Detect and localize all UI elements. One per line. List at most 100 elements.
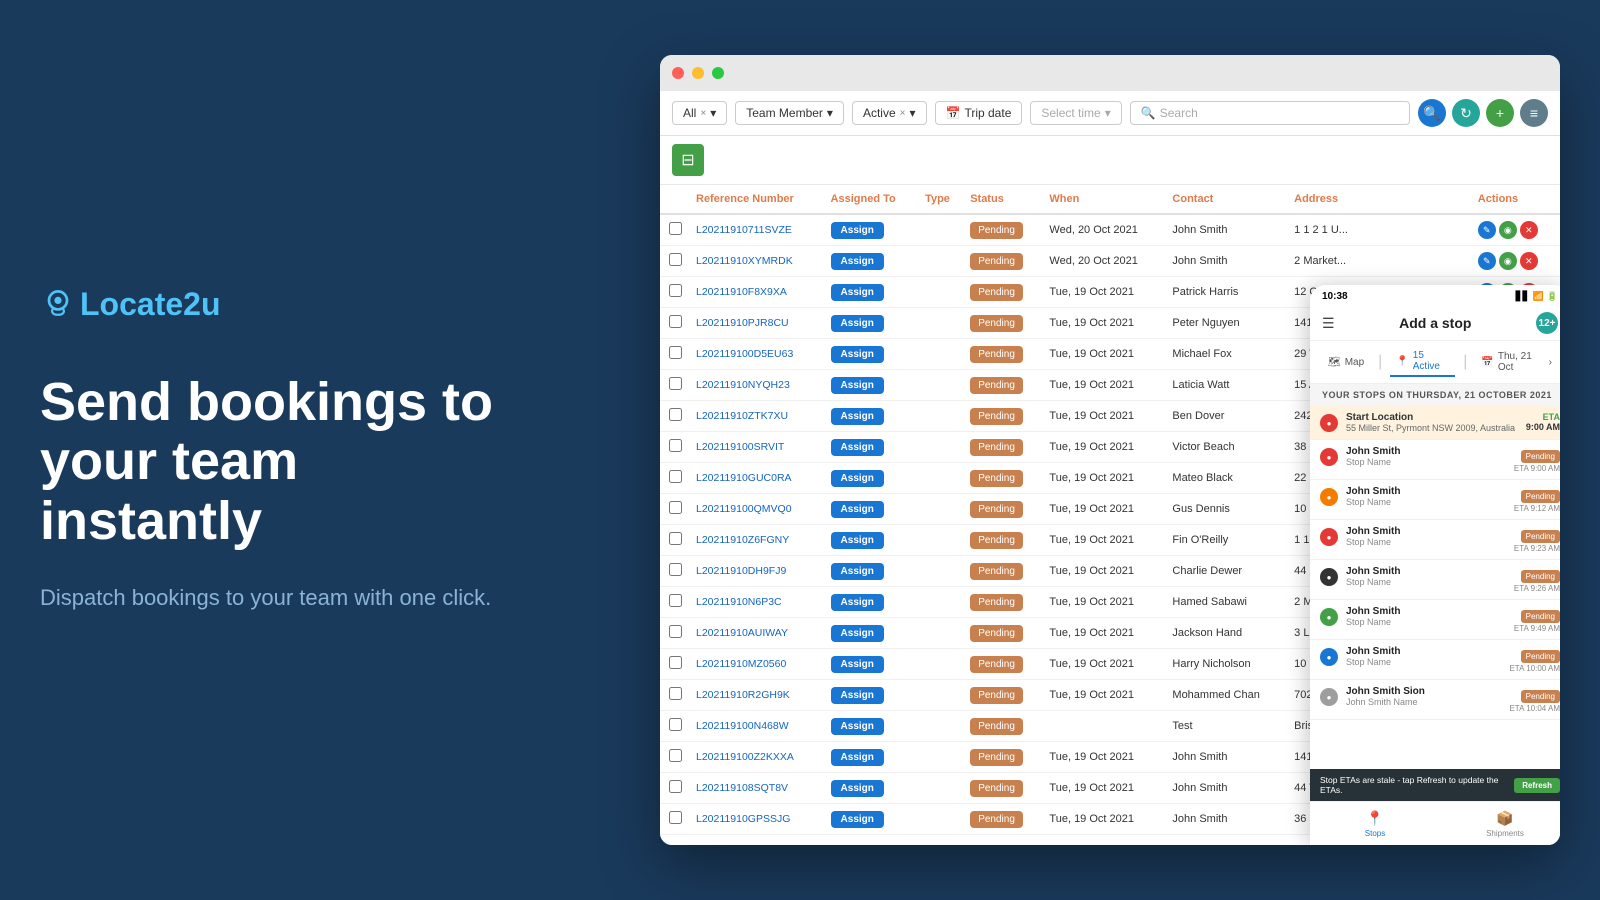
filter-all-close[interactable]: ×: [700, 108, 706, 119]
settings-action-button[interactable]: ≡: [1520, 99, 1548, 127]
edit-icon[interactable]: ✎: [1478, 252, 1496, 270]
delete-icon[interactable]: ✕: [1520, 221, 1538, 239]
assign-button[interactable]: Assign: [831, 346, 884, 363]
status-badge: Pending: [970, 408, 1023, 425]
nav-stops[interactable]: 📍 Stops: [1310, 810, 1440, 838]
search-action-button[interactable]: 🔍: [1418, 99, 1446, 127]
assign-button[interactable]: Assign: [831, 656, 884, 673]
assign-button[interactable]: Assign: [831, 501, 884, 518]
row-checkbox[interactable]: [669, 811, 682, 824]
stops-list: ● Start Location 55 Miller St, Pyrmont N…: [1310, 406, 1560, 786]
export-button[interactable]: ⊟: [672, 144, 704, 176]
col-contact[interactable]: Contact: [1166, 185, 1288, 214]
assign-button[interactable]: Assign: [831, 625, 884, 642]
row-checkbox[interactable]: [669, 284, 682, 297]
assign-button[interactable]: Assign: [831, 222, 884, 239]
row-checkbox[interactable]: [669, 222, 682, 235]
row-checkbox[interactable]: [669, 315, 682, 328]
assign-button[interactable]: Assign: [831, 811, 884, 828]
stop-item: ● John Smith Stop Name Pending ETA 9:26 …: [1310, 560, 1560, 600]
start-info: Start Location 55 Miller St, Pyrmont NSW…: [1346, 412, 1518, 433]
traffic-light-green[interactable]: [712, 67, 724, 79]
ref-number-text: L202119100Z2KXXA: [696, 751, 794, 763]
col-assigned[interactable]: Assigned To: [825, 185, 920, 214]
hamburger-icon[interactable]: ☰: [1322, 315, 1335, 332]
filter-all-chip[interactable]: All × ▾: [672, 101, 727, 125]
row-ref: L202119100Z2KXXA: [690, 742, 825, 773]
tab-active[interactable]: 📍 15 Active: [1390, 347, 1455, 377]
assign-button[interactable]: Assign: [831, 532, 884, 549]
assign-button[interactable]: Assign: [831, 687, 884, 704]
row-checkbox[interactable]: [669, 563, 682, 576]
col-reference[interactable]: Reference Number: [690, 185, 825, 214]
status-badge: Pending: [970, 532, 1023, 549]
browser-titlebar: [660, 55, 1560, 91]
stop-right: Pending ETA 9:26 AM: [1514, 566, 1560, 593]
col-checkbox: [660, 185, 690, 214]
row-checkbox[interactable]: [669, 346, 682, 359]
row-checkbox[interactable]: [669, 594, 682, 607]
tab-date[interactable]: 📅 Thu, 21 Oct ›: [1475, 348, 1558, 376]
refresh-action-button[interactable]: ↻: [1452, 99, 1480, 127]
assign-button[interactable]: Assign: [831, 749, 884, 766]
tab-map[interactable]: 🗺 Map: [1322, 354, 1370, 371]
stop-status-badge: Pending: [1521, 530, 1560, 543]
shipments-nav-label: Shipments: [1486, 829, 1524, 838]
delete-icon[interactable]: ✕: [1520, 252, 1538, 270]
start-eta-block: ETA 9:00 AM: [1526, 412, 1560, 432]
filter-trip-date[interactable]: 📅 Trip date: [935, 101, 1023, 125]
table-row: L20211910711SVZE Assign Pending Wed, 20 …: [660, 214, 1560, 246]
phone-time: 10:38: [1322, 291, 1348, 302]
row-type: [919, 432, 964, 463]
filter-active-close[interactable]: ×: [900, 108, 906, 119]
refresh-button[interactable]: Refresh: [1514, 778, 1560, 793]
row-actions: ✎ ◉ ✕: [1472, 214, 1560, 246]
col-status[interactable]: Status: [964, 185, 1043, 214]
stop-dot: ●: [1320, 568, 1338, 586]
assign-button[interactable]: Assign: [831, 408, 884, 425]
traffic-light-red[interactable]: [672, 67, 684, 79]
row-checkbox[interactable]: [669, 408, 682, 421]
ref-number-text: L20211910DH9FJ9: [696, 565, 786, 577]
assign-button[interactable]: Assign: [831, 594, 884, 611]
row-checkbox[interactable]: [669, 439, 682, 452]
row-checkbox[interactable]: [669, 687, 682, 700]
edit-icon[interactable]: ✎: [1478, 221, 1496, 239]
nav-shipments[interactable]: 📦 Shipments: [1440, 810, 1560, 838]
assign-button[interactable]: Assign: [831, 377, 884, 394]
row-when: Wed, 20 Oct 2021: [1043, 214, 1166, 246]
row-checkbox[interactable]: [669, 780, 682, 793]
view-icon[interactable]: ◉: [1499, 221, 1517, 239]
assign-button[interactable]: Assign: [831, 253, 884, 270]
row-checkbox[interactable]: [669, 470, 682, 483]
view-icon[interactable]: ◉: [1499, 252, 1517, 270]
row-ref: L20211910GUC0RA: [690, 463, 825, 494]
col-type[interactable]: Type: [919, 185, 964, 214]
assign-button[interactable]: Assign: [831, 315, 884, 332]
row-checkbox[interactable]: [669, 749, 682, 762]
traffic-light-yellow[interactable]: [692, 67, 704, 79]
filter-team-member[interactable]: Team Member ▾: [735, 101, 844, 125]
filter-select-time[interactable]: Select time ▾: [1030, 101, 1121, 125]
assign-button[interactable]: Assign: [831, 563, 884, 580]
row-checkbox[interactable]: [669, 501, 682, 514]
row-checkbox[interactable]: [669, 656, 682, 669]
col-address[interactable]: Address: [1288, 185, 1472, 214]
add-action-button[interactable]: +: [1486, 99, 1514, 127]
row-checkbox[interactable]: [669, 718, 682, 731]
row-status: Pending: [964, 308, 1043, 339]
assign-button[interactable]: Assign: [831, 780, 884, 797]
col-when[interactable]: When: [1043, 185, 1166, 214]
row-checkbox-cell: [660, 742, 690, 773]
row-checkbox[interactable]: [669, 377, 682, 390]
chevron-down-icon: ▾: [1105, 106, 1111, 120]
assign-button[interactable]: Assign: [831, 439, 884, 456]
row-checkbox[interactable]: [669, 532, 682, 545]
assign-button[interactable]: Assign: [831, 470, 884, 487]
search-box[interactable]: 🔍 Search: [1130, 101, 1410, 125]
filter-active-chip[interactable]: Active × ▾: [852, 101, 927, 125]
assign-button[interactable]: Assign: [831, 284, 884, 301]
row-checkbox[interactable]: [669, 253, 682, 266]
row-checkbox[interactable]: [669, 625, 682, 638]
assign-button[interactable]: Assign: [831, 718, 884, 735]
